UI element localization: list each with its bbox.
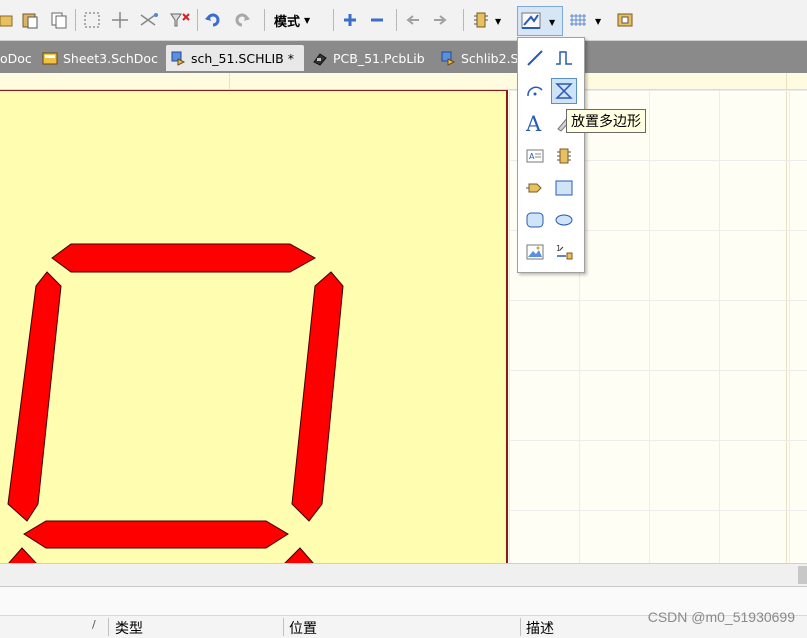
tab-label: Sheet3.SchDoc — [63, 50, 158, 66]
place-ellipse-icon[interactable] — [552, 208, 576, 232]
column-header-position[interactable]: 位置 — [289, 618, 317, 638]
drawing-tools-icon: ▼ — [521, 12, 556, 29]
tab-label: oDoc — [0, 50, 32, 66]
svg-text:1: 1 — [556, 244, 561, 253]
copy-icon[interactable] — [48, 10, 70, 30]
mode-label: 模式 — [274, 14, 301, 30]
place-line-icon[interactable] — [523, 46, 547, 70]
column-header-description[interactable]: 描述 — [526, 618, 554, 638]
place-arc-icon[interactable] — [523, 78, 547, 102]
svg-text:▼: ▼ — [595, 17, 602, 26]
segment-e — [8, 547, 37, 563]
place-bezier-icon[interactable] — [552, 46, 576, 70]
undo-icon[interactable] — [203, 10, 223, 30]
tab-pcb-51-pcblib[interactable]: PCB_51.PcbLib — [308, 45, 425, 71]
tab-sheet3[interactable]: Sheet3.SchDoc — [38, 45, 158, 71]
column-header-type[interactable]: 类型 — [115, 618, 143, 638]
tooltip-place-polygon: 放置多边形 — [566, 109, 646, 133]
open-folder-icon[interactable] — [0, 10, 14, 30]
canvas-top-strip — [0, 73, 807, 90]
document-tab-strip: oDoc Sheet3.SchDoc sch_51.SCHLIB * PCB_5… — [0, 41, 807, 73]
remove-icon[interactable] — [367, 10, 387, 30]
segment-a — [51, 243, 317, 273]
prev-icon[interactable] — [403, 10, 423, 30]
library-icon[interactable] — [614, 10, 636, 30]
schlib-doc-icon — [440, 50, 456, 66]
tab-label: PCB_51.PcbLib — [333, 50, 425, 66]
place-text-icon[interactable]: A — [523, 111, 547, 135]
segment-b — [291, 271, 344, 522]
place-rectangle-icon[interactable] — [552, 176, 576, 200]
sort-indicator[interactable]: / — [92, 618, 96, 631]
schematic-library-editor-canvas[interactable] — [0, 73, 807, 563]
paste-icon[interactable] — [20, 10, 40, 30]
svg-text:▼: ▼ — [549, 18, 556, 27]
toolbar-separator — [75, 9, 76, 31]
segment-g — [23, 520, 289, 549]
clear-filter-icon[interactable] — [168, 10, 192, 30]
cut-wires-icon[interactable] — [138, 10, 160, 30]
mode-dropdown[interactable]: 模式 ▼ — [274, 10, 310, 30]
place-port-icon[interactable] — [523, 176, 547, 200]
pcblib-doc-icon — [312, 50, 328, 66]
tab-label: sch_51.SCHLIB * — [191, 50, 294, 66]
column-separator[interactable] — [108, 618, 109, 636]
place-round-rectangle-icon[interactable] — [523, 208, 547, 232]
toolbar: 模式 ▼ ▼ ▼ ▼ — [0, 0, 807, 41]
svg-text:▼: ▼ — [495, 17, 502, 26]
tab-label: Schlib2.S — [461, 50, 519, 66]
tab-schlib2[interactable]: Schlib2.S — [436, 45, 518, 71]
grid-icon[interactable]: ▼ — [568, 10, 604, 30]
place-array-paste-icon[interactable]: 1 — [552, 240, 576, 264]
schlib-doc-icon — [170, 50, 186, 66]
drawing-tools-button[interactable]: ▼ — [517, 6, 563, 36]
component-sheet[interactable] — [0, 90, 508, 563]
watermark-text: CSDN @m0_51930699 — [647, 609, 795, 625]
toolbar-separator — [264, 9, 265, 31]
add-icon[interactable] — [340, 10, 360, 30]
toolbar-separator — [396, 9, 397, 31]
tab-sch-51-schlib[interactable]: sch_51.SCHLIB * — [166, 45, 304, 71]
move-icon[interactable] — [110, 10, 130, 30]
segment-f — [7, 271, 62, 522]
horizontal-scrollbar[interactable] — [0, 563, 807, 586]
component-icon[interactable]: ▼ — [472, 10, 506, 30]
segment-c — [284, 547, 314, 563]
chevron-down-icon: ▼ — [304, 15, 311, 25]
svg-text:A: A — [529, 152, 535, 161]
place-image-icon[interactable] — [523, 240, 547, 264]
toolbar-separator — [463, 9, 464, 31]
drawing-tools-dropdown: A A 1 — [517, 37, 585, 273]
column-separator[interactable] — [520, 618, 521, 636]
place-part-icon[interactable] — [552, 144, 576, 168]
column-separator[interactable] — [283, 618, 284, 636]
grid-guide — [229, 73, 230, 90]
scrollbar-thumb[interactable] — [798, 566, 807, 584]
select-rect-icon[interactable] — [82, 10, 102, 30]
svg-text:A: A — [525, 112, 542, 134]
seven-segment-symbol — [7, 243, 344, 563]
tab-partial-doc[interactable]: oDoc — [0, 45, 32, 71]
redo-icon[interactable] — [232, 10, 252, 30]
toolbar-separator — [197, 9, 198, 31]
schematic-doc-icon — [42, 50, 58, 66]
next-icon[interactable] — [430, 10, 450, 30]
toolbar-separator — [333, 9, 334, 31]
place-polygon-icon[interactable] — [551, 78, 577, 104]
place-note-icon[interactable]: A — [523, 144, 547, 168]
